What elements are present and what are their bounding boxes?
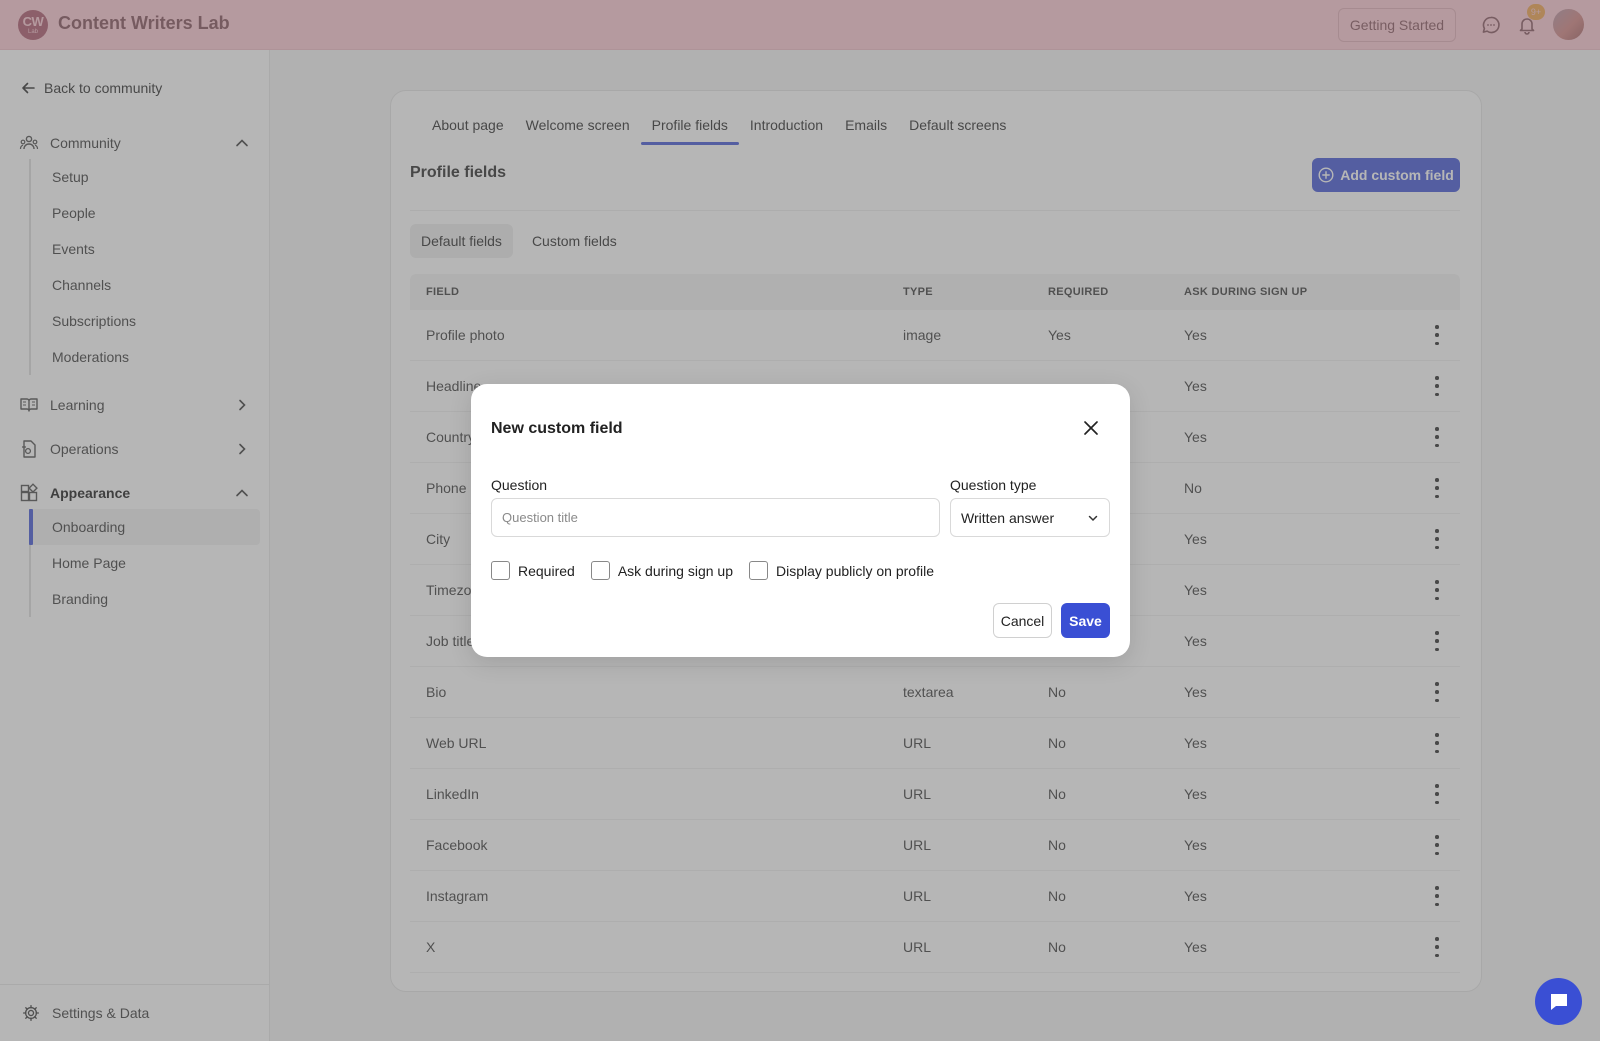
question-type-label: Question type [950, 477, 1037, 493]
display-publicly-option[interactable]: Display publicly on profile [749, 561, 934, 580]
question-title-input[interactable] [491, 498, 940, 537]
close-icon[interactable] [1081, 418, 1101, 438]
ask-during-sign-up-label: Ask during sign up [617, 562, 734, 579]
required-label: Required [518, 562, 575, 579]
question-label: Question [491, 477, 548, 493]
display-publicly-checkbox[interactable] [749, 561, 769, 580]
required-checkbox-option[interactable]: Required [491, 561, 575, 580]
chevron-down-icon [1088, 515, 1098, 521]
field-options: Required Ask during sign up Display publ… [491, 561, 950, 580]
required-checkbox[interactable] [491, 561, 510, 580]
ask-during-sign-up-option[interactable]: Ask during sign up [590, 561, 734, 580]
chat-icon [1550, 993, 1567, 1010]
cancel-button[interactable]: Cancel [993, 603, 1052, 638]
topbar-backdrop-tint [0, 0, 1600, 50]
question-type-value: Written answer [961, 509, 1055, 526]
ask-during-sign-up-checkbox[interactable] [590, 561, 610, 580]
support-chat-button[interactable] [1535, 978, 1582, 1025]
display-publicly-label: Display publicly on profile [776, 562, 934, 579]
question-type-select[interactable]: Written answer [950, 498, 1110, 537]
save-button[interactable]: Save [1061, 603, 1110, 638]
modal-title: New custom field [491, 420, 623, 437]
new-custom-field-modal: New custom field Question Question type … [471, 384, 1130, 657]
